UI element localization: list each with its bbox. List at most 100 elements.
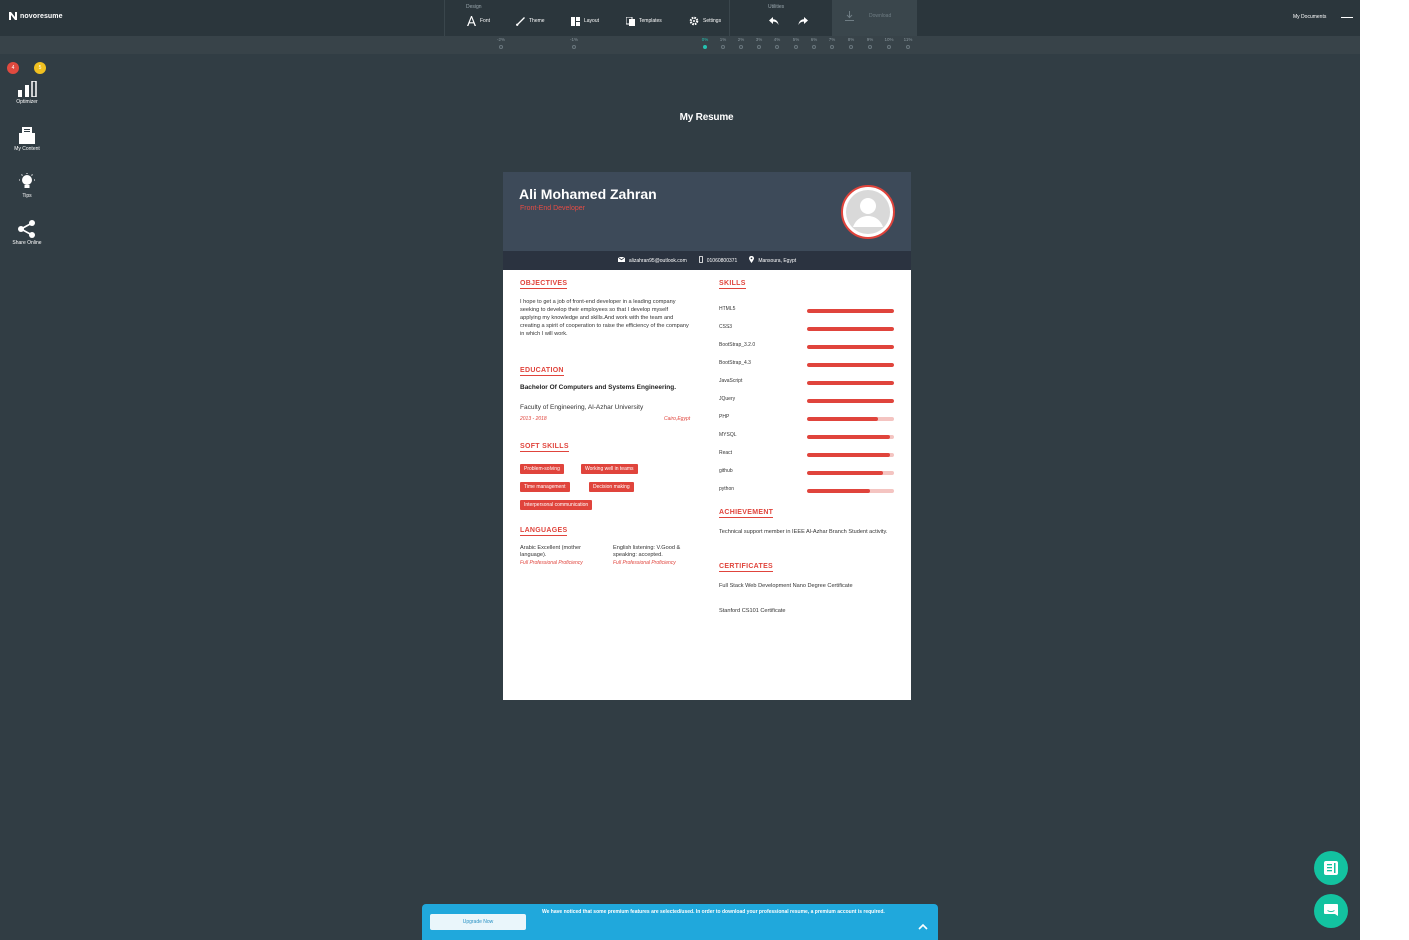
section-title-languages[interactable]: LANGUAGES bbox=[520, 527, 568, 536]
skill-level-bar bbox=[807, 345, 894, 349]
upgrade-now-button[interactable]: Upgrade Now bbox=[430, 914, 526, 930]
skill-row[interactable]: JavaScript bbox=[719, 378, 895, 388]
skill-row[interactable]: PHP bbox=[719, 414, 895, 424]
section-title-skills[interactable]: SKILLS bbox=[719, 280, 746, 289]
spacing-tick[interactable]: 5% bbox=[786, 36, 806, 49]
skill-level-bar bbox=[807, 363, 894, 367]
folder-icon bbox=[0, 127, 54, 144]
language-level[interactable]: Full Professional Proficiency bbox=[613, 560, 676, 566]
spacing-slider[interactable]: -2% -1% 0% 1% 2% 3% 4% 5% 6% 7% 8% 9% 10… bbox=[0, 36, 1360, 54]
contact-phone[interactable]: 01060800371 bbox=[698, 256, 737, 265]
skill-level-fill bbox=[807, 309, 894, 313]
education-school[interactable]: Faculty of Engineering, Al-Azhar Univers… bbox=[520, 404, 700, 412]
sidebar-item-optimizer[interactable]: Optimizer bbox=[0, 81, 54, 105]
spacing-tick[interactable]: -1% bbox=[564, 36, 584, 49]
language-level[interactable]: Full Professional Proficiency bbox=[520, 560, 583, 566]
certificate-item[interactable]: Stanford CS101 Certificate bbox=[719, 607, 895, 615]
spacing-tick[interactable]: 9% bbox=[860, 36, 880, 49]
language-item[interactable]: Arabic Excellent (mother language). bbox=[520, 545, 602, 559]
section-title-soft-skills[interactable]: SOFT SKILLS bbox=[520, 443, 569, 452]
achievement-text[interactable]: Technical support member in IEEE Al-Azha… bbox=[719, 528, 895, 536]
contact-email[interactable]: alizahran95@outlook.com bbox=[617, 256, 687, 264]
redo-button[interactable] bbox=[798, 14, 808, 28]
spacing-tick[interactable]: 6% bbox=[804, 36, 824, 49]
skill-row[interactable]: python bbox=[719, 486, 895, 496]
skill-level-bar bbox=[807, 309, 894, 313]
sidebar-item-my-content[interactable]: My Content bbox=[0, 127, 54, 152]
chevron-up-icon[interactable] bbox=[918, 917, 928, 935]
soft-skill-tag[interactable]: Interpersonal communication bbox=[520, 500, 593, 510]
skill-row[interactable]: React bbox=[719, 450, 895, 460]
novoresume-logo[interactable]: novoresume bbox=[9, 12, 63, 20]
guide-button[interactable] bbox=[1314, 851, 1348, 885]
optimizer-warning-badge: 5 bbox=[34, 62, 46, 74]
section-title-achievement[interactable]: ACHIEVEMENT bbox=[719, 509, 774, 518]
soft-skill-tag[interactable]: Time management bbox=[520, 482, 570, 492]
sidebar-item-share-online[interactable]: Share Online bbox=[0, 220, 54, 246]
skill-row[interactable]: BootStrap_3.2.0 bbox=[719, 342, 895, 352]
contact-location[interactable]: Mansoura, Egypt bbox=[749, 255, 796, 265]
brush-icon bbox=[516, 16, 525, 26]
my-documents-link[interactable]: My Documents bbox=[1293, 14, 1326, 20]
top-toolbar: novoresume Design Font Theme Layout Temp… bbox=[0, 0, 1360, 36]
spacing-tick[interactable]: 1% bbox=[713, 36, 733, 49]
skill-level-fill bbox=[807, 381, 894, 385]
skill-row[interactable]: github bbox=[719, 468, 895, 478]
soft-skill-tag[interactable]: Problem-solving bbox=[520, 464, 564, 474]
skill-name: JQuery bbox=[719, 396, 736, 402]
skill-level-bar bbox=[807, 327, 894, 331]
email-icon bbox=[617, 256, 626, 264]
skill-level-bar bbox=[807, 471, 894, 475]
spacing-tick[interactable]: 11% bbox=[898, 36, 918, 49]
document-title[interactable]: My Resume bbox=[0, 112, 1360, 123]
skill-level-bar bbox=[807, 489, 894, 493]
resume-name[interactable]: Ali Mohamed Zahran bbox=[519, 186, 657, 202]
spacing-tick[interactable]: 10% bbox=[879, 36, 899, 49]
spacing-tick[interactable]: 7% bbox=[822, 36, 842, 49]
layout-button[interactable]: Layout bbox=[571, 14, 599, 28]
chat-button[interactable] bbox=[1314, 894, 1348, 928]
sidebar-item-label: Tips bbox=[22, 193, 32, 199]
resume-page[interactable]: Ali Mohamed Zahran Front-End Developer a… bbox=[503, 172, 911, 700]
theme-button[interactable]: Theme bbox=[516, 14, 545, 28]
skill-level-bar bbox=[807, 381, 894, 385]
sidebar-item-tips[interactable]: Tips bbox=[0, 173, 54, 199]
spacing-tick-active[interactable]: 0% bbox=[695, 36, 715, 49]
gear-icon bbox=[689, 16, 699, 26]
skill-row[interactable]: HTML5 bbox=[719, 306, 895, 316]
spacing-tick[interactable]: 8% bbox=[841, 36, 861, 49]
spacing-tick[interactable]: 2% bbox=[731, 36, 751, 49]
section-title-certificates[interactable]: CERTIFICATES bbox=[719, 563, 774, 572]
bar-chart-icon bbox=[0, 81, 54, 97]
objectives-text[interactable]: I hope to get a job of front-end develop… bbox=[520, 298, 690, 338]
soft-skill-tag[interactable]: Working well in teams bbox=[581, 464, 638, 474]
settings-button[interactable]: Settings bbox=[689, 14, 721, 28]
spacing-tick[interactable]: -2% bbox=[491, 36, 511, 49]
undo-button[interactable] bbox=[769, 14, 779, 28]
resume-header: Ali Mohamed Zahran Front-End Developer bbox=[503, 172, 911, 251]
soft-skill-tag[interactable]: Decision making bbox=[589, 482, 634, 492]
language-item[interactable]: English listening: V.Good & speaking: ac… bbox=[613, 545, 697, 559]
skill-row[interactable]: MYSQL bbox=[719, 432, 895, 442]
skill-level-bar bbox=[807, 399, 894, 403]
profile-photo-avatar[interactable] bbox=[841, 185, 895, 239]
resume-role[interactable]: Front-End Developer bbox=[520, 205, 585, 212]
education-degree[interactable]: Bachelor Of Computers and Systems Engine… bbox=[520, 384, 690, 392]
education-dates[interactable]: 2013 - 2018 bbox=[520, 416, 547, 422]
section-title-education[interactable]: EDUCATION bbox=[520, 367, 564, 376]
skill-row[interactable]: BootStrap_4.3 bbox=[719, 360, 895, 370]
skill-level-fill bbox=[807, 363, 894, 367]
section-title-objectives[interactable]: OBJECTIVES bbox=[520, 280, 568, 289]
download-button[interactable]: Download bbox=[832, 0, 917, 36]
spacing-tick[interactable]: 3% bbox=[749, 36, 769, 49]
font-button[interactable]: Font bbox=[467, 14, 490, 28]
templates-button[interactable]: Templates bbox=[626, 14, 662, 28]
skill-row[interactable]: CSS3 bbox=[719, 324, 895, 334]
menu-icon[interactable] bbox=[1341, 17, 1353, 18]
education-location[interactable]: Cairo,Egypt bbox=[664, 416, 690, 422]
certificate-item[interactable]: Full Stack Web Development Nano Degree C… bbox=[719, 582, 895, 590]
spacing-tick[interactable]: 4% bbox=[767, 36, 787, 49]
optimizer-error-badge: 4 bbox=[7, 62, 19, 74]
skill-row[interactable]: JQuery bbox=[719, 396, 895, 406]
download-label: Download bbox=[869, 13, 892, 19]
